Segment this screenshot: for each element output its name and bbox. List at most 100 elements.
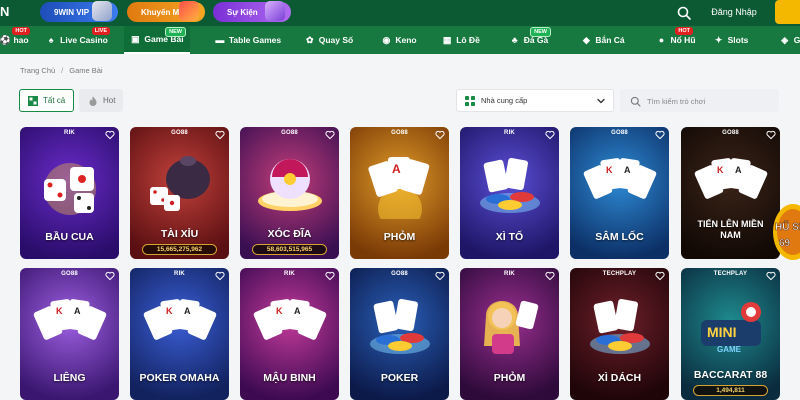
nav-item-7[interactable]: ♣ Đá Gà NEW — [503, 26, 555, 54]
events-button[interactable]: Sự Kiện — [213, 1, 291, 22]
game-card[interactable]: TECHPLAY XÌ DÁCH — [570, 268, 669, 400]
favorite-heart-icon[interactable] — [655, 271, 665, 281]
favorite-heart-icon[interactable] — [215, 271, 225, 281]
login-button[interactable]: Đăng Nhập — [701, 2, 767, 22]
main-nav: ⚽ hao HOT ♠ Live Casino LIVE ▣ Game Bài NEW ▬ Tabl… — [0, 26, 800, 54]
nav-item-label: Lô Đề — [456, 35, 480, 45]
game-title: BẦU CUA — [45, 231, 94, 243]
favorite-heart-icon[interactable] — [215, 130, 225, 140]
nav-item-8[interactable]: ◆ Bắn Cá — [571, 26, 635, 54]
site-logo[interactable]: N — [0, 4, 9, 19]
nav-item-11[interactable]: ◈ Gan — [775, 26, 800, 54]
provider-label: Nhà cung cấp — [481, 96, 528, 105]
favorite-heart-icon[interactable] — [435, 271, 445, 281]
fish-icon: ◆ — [582, 35, 590, 45]
filter-all-button[interactable]: Tất cả — [19, 89, 74, 112]
game-artwork: KA — [580, 149, 660, 224]
nav-item-label: Gan — [793, 35, 800, 45]
nav-badge: HOT — [675, 27, 693, 35]
game-card[interactable]: RIK K A MẬU BINH — [240, 268, 339, 400]
jackpot-float-label: HŨ SI — [775, 220, 800, 233]
nav-item-label: Nổ Hũ — [670, 35, 696, 45]
game-title: PHỎM — [383, 231, 416, 243]
game-title: TIẾN LÊN MIỀN NAM — [697, 219, 764, 240]
nav-item-0[interactable]: ⚽ hao HOT — [0, 26, 34, 54]
favorite-heart-icon[interactable] — [105, 130, 115, 140]
nav-badge: NEW — [165, 27, 186, 37]
favorite-heart-icon[interactable] — [435, 130, 445, 140]
game-artwork — [30, 149, 110, 224]
favorite-heart-icon[interactable] — [655, 130, 665, 140]
game-card[interactable]: RIK PHỎM — [460, 268, 559, 400]
game-card[interactable]: GO88 K A SÂM LỐC — [570, 127, 669, 259]
game-title: LIÊNG — [53, 372, 86, 384]
game-search-input[interactable] — [647, 94, 772, 108]
game-card[interactable]: GO88 POKER — [350, 268, 449, 400]
game-title: POKER OMAHA — [139, 372, 220, 384]
game-card[interactable]: TECHPLAY MINI GAME BACCARAT 88 1,494,811 — [681, 268, 780, 400]
jackpot-counter: 1,494,811 — [693, 385, 768, 396]
game-artwork — [470, 290, 550, 365]
svg-text:K: K — [606, 165, 613, 175]
game-card[interactable]: GO88 K A TIẾN LÊN MIỀN NAM — [681, 127, 780, 259]
jackpot-float-widget[interactable]: HŨ SI 69 — [771, 200, 800, 262]
nav-item-label: Live Casino — [60, 35, 108, 45]
nav-item-9[interactable]: ● Nổ Hũ HOT — [655, 26, 697, 54]
game-artwork — [470, 149, 550, 224]
vip-diamond-icon — [92, 1, 112, 21]
flame-icon — [89, 96, 97, 106]
game-card[interactable]: GO88 XÓC ĐĨA 58,603,515,965 — [240, 127, 339, 259]
favorite-heart-icon[interactable] — [105, 271, 115, 281]
nav-badge: NEW — [530, 27, 551, 37]
game-card[interactable]: GO88 TÀI XỈU 15,665,275,962 — [130, 127, 229, 259]
svg-text:A: A — [392, 162, 401, 176]
game-artwork: KA — [250, 290, 330, 365]
svg-text:MINI: MINI — [707, 324, 737, 340]
favorite-heart-icon[interactable] — [325, 271, 335, 281]
provider-dropdown[interactable]: Nhà cung cấp — [456, 89, 614, 112]
favorite-heart-icon[interactable] — [766, 130, 776, 140]
rooster-icon: ♣ — [511, 35, 518, 45]
filter-hot-button[interactable]: Hot — [79, 89, 123, 112]
nav-item-10[interactable]: ✦ Slots — [706, 26, 756, 54]
svg-text:K: K — [166, 306, 173, 316]
search-icon[interactable] — [676, 5, 692, 21]
nav-item-5[interactable]: ◉ Keno — [376, 26, 422, 54]
game-artwork — [580, 290, 660, 365]
game-title: MẬU BINH — [263, 372, 316, 384]
game-card[interactable]: RIK BẦU CUA — [20, 127, 119, 259]
favorite-heart-icon[interactable] — [545, 130, 555, 140]
breadcrumb-current: Game Bài — [69, 66, 103, 75]
nav-item-3[interactable]: ▬ Table Games — [210, 26, 286, 54]
register-button[interactable] — [775, 0, 800, 24]
favorite-heart-icon[interactable] — [766, 271, 776, 281]
favorite-heart-icon[interactable] — [325, 130, 335, 140]
events-label: Sự Kiện — [227, 7, 258, 17]
nav-badge: LIVE — [91, 27, 110, 35]
nav-item-1[interactable]: ♠ Live Casino LIVE — [40, 26, 114, 54]
game-search — [620, 89, 779, 112]
game-title: POKER — [380, 372, 419, 384]
vip-promo-button[interactable]: 9WIN VIP — [40, 1, 118, 22]
game-card[interactable]: RIK XÌ TỐ — [460, 127, 559, 259]
game-title: XÌ TỐ — [495, 231, 524, 243]
keno-icon: ◉ — [382, 35, 391, 45]
svg-text:A: A — [74, 306, 81, 316]
promotions-button[interactable]: Khuyến Mãi — [127, 1, 205, 22]
game-title: TÀI XỈU — [160, 228, 199, 240]
svg-text:A: A — [184, 306, 191, 316]
nav-item-6[interactable]: ▦ Lô Đề — [437, 26, 485, 54]
favorite-heart-icon[interactable] — [545, 271, 555, 281]
svg-text:K: K — [276, 306, 283, 316]
cards-icon: ▣ — [131, 34, 140, 44]
filter-all-label: Tất cả — [43, 96, 66, 105]
nav-item-2[interactable]: ▣ Game Bài NEW — [124, 26, 190, 54]
game-card[interactable]: RIK K A POKER OMAHA — [130, 268, 229, 400]
breadcrumb-home[interactable]: Trang Chủ — [20, 66, 55, 75]
game-title: XÓC ĐĨA — [267, 228, 312, 240]
svg-text:GAME: GAME — [717, 345, 742, 354]
game-card[interactable]: GO88 A PHỎM — [350, 127, 449, 259]
svg-text:K: K — [717, 165, 724, 175]
game-card[interactable]: GO88 K A LIÊNG — [20, 268, 119, 400]
nav-item-4[interactable]: ✿ Quay Số — [300, 26, 358, 54]
